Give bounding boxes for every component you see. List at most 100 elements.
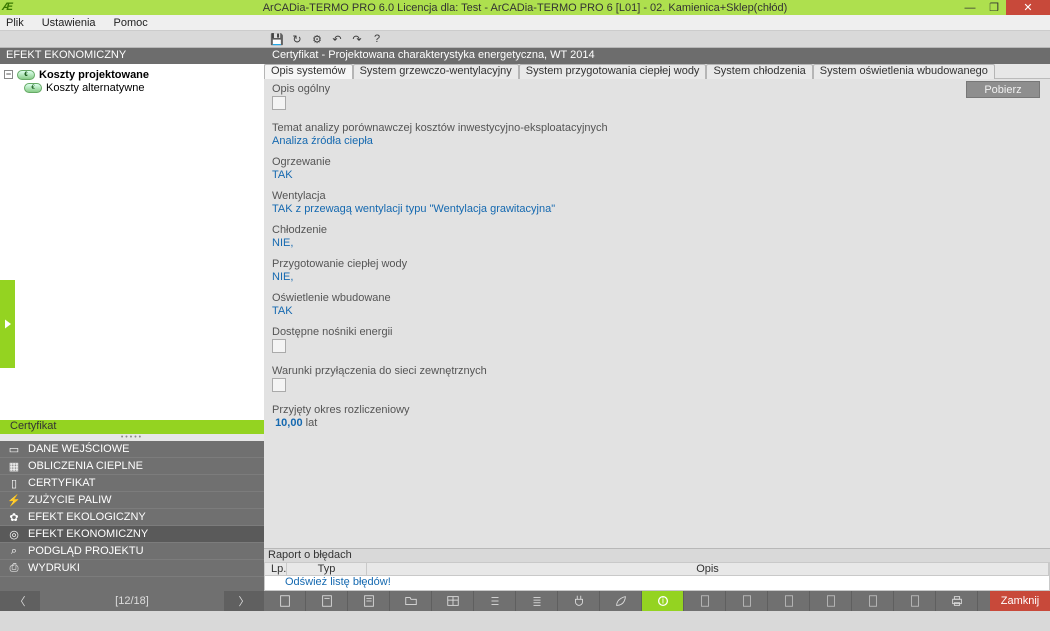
svg-text:i: i <box>661 596 663 607</box>
edit-icon[interactable] <box>272 339 286 353</box>
bt-page3-icon[interactable] <box>348 591 390 611</box>
settings-icon[interactable]: ⚙ <box>310 33 324 46</box>
preview-icon: ⌕ <box>8 545 20 557</box>
nav-certyfikat[interactable]: ▯CERTYFIKAT <box>0 475 264 492</box>
bt-page2-icon[interactable] <box>306 591 348 611</box>
label-ciepla-woda: Przygotowanie ciepłej wody <box>272 258 1042 270</box>
edit-icon[interactable] <box>272 378 286 392</box>
col-typ: Typ <box>287 563 367 575</box>
menu-help[interactable]: Pomoc <box>114 17 148 29</box>
nav-obliczenia-cieplne[interactable]: ▦OBLICZENIA CIEPLNE <box>0 458 264 475</box>
undo-icon[interactable]: ↶ <box>330 33 344 46</box>
tab-system-cieplej-wody[interactable]: System przygotowania ciepłej wody <box>519 64 707 79</box>
nav-podglad-projektu[interactable]: ⌕PODGLĄD PROJEKTU <box>0 543 264 560</box>
nav-efekt-ekonomiczny[interactable]: ◎EFEKT EKONOMICZNY <box>0 526 264 543</box>
nav-list: ▭DANE WEJŚCIOWE ▦OBLICZENIA CIEPLNE ▯CER… <box>0 441 264 577</box>
label-temat-analizy: Temat analizy porównawczej kosztów inwes… <box>272 122 1042 134</box>
side-drawer-handle[interactable] <box>0 280 15 368</box>
value-wentylacja: TAK z przewagą wentylacji typu "Wentylac… <box>272 203 1042 215</box>
bt-table-icon[interactable] <box>432 591 474 611</box>
refresh-errors-link[interactable]: Odśwież listę błędów! <box>265 576 1049 588</box>
tab-bar: Opis systemów System grzewczo-wentylacyj… <box>264 64 1050 79</box>
tree-view: − € Koszty projektowane € Koszty alterna… <box>0 64 264 420</box>
toolbar: 💾 ↻ ⚙ ↶ ↷ ? <box>0 31 1050 48</box>
pager-next[interactable]: 〉 <box>224 591 264 611</box>
content-area: Pobierz Opis ogólny Temat analizy porówn… <box>264 79 1050 548</box>
value-temat-analizy: Analiza źródła ciepła <box>272 135 1042 147</box>
zamknij-button[interactable]: Zamknij <box>990 591 1050 611</box>
label-okres-rozliczeniowy: Przyjęty okres rozliczeniowy <box>272 404 1042 416</box>
print-icon: ⎙ <box>8 562 20 574</box>
label-warunki-przylaczenia: Warunki przyłączenia do sieci zewnętrzny… <box>272 365 1042 377</box>
tab-system-grzewczo[interactable]: System grzewczo-wentylacyjny <box>353 64 519 79</box>
pobierz-button[interactable]: Pobierz <box>966 81 1040 98</box>
node-icon: € <box>17 70 35 80</box>
bt-plug-icon[interactable] <box>558 591 600 611</box>
bt-doc5-icon[interactable] <box>852 591 894 611</box>
bt-page1-icon[interactable] <box>264 591 306 611</box>
col-opis: Opis <box>367 563 1049 575</box>
redo-icon[interactable]: ↷ <box>350 33 364 46</box>
bt-doc2-icon[interactable] <box>726 591 768 611</box>
tab-opis-systemow[interactable]: Opis systemów <box>264 64 353 79</box>
minimize-button[interactable]: ― <box>958 0 982 15</box>
tab-system-chlodzenia[interactable]: System chłodzenia <box>706 64 812 79</box>
label-oswietlenie: Oświetlenie wbudowane <box>272 292 1042 304</box>
coin-icon: ◎ <box>8 528 20 540</box>
tree-item-label: Koszty alternatywne <box>46 82 144 94</box>
window-title-bar: Æ ArCADia-TERMO PRO 6.0 Licencja dla: Te… <box>0 0 1050 15</box>
value-okres-rozliczeniowy: 10,00 lat <box>272 417 1042 429</box>
error-panel-title: Raport o błędach <box>264 548 1050 562</box>
help-icon[interactable]: ? <box>370 33 384 45</box>
value-oswietlenie: TAK <box>272 305 1042 317</box>
bt-folder-icon[interactable] <box>390 591 432 611</box>
bottom-toolbar: i Zamknij <box>264 591 1050 611</box>
document-icon: ▭ <box>8 443 20 455</box>
label-opis-ogolny: Opis ogólny <box>272 83 1042 95</box>
tree-item-koszty-projektowane[interactable]: − € Koszty projektowane <box>0 68 264 81</box>
expand-icon[interactable]: − <box>4 70 13 79</box>
left-panel-title: EFEKT EKONOMICZNY <box>0 48 264 64</box>
label-chlodzenie: Chłodzenie <box>272 224 1042 236</box>
tab-system-oswietlenia[interactable]: System oświetlenia wbudowanego <box>813 64 995 79</box>
value-ciepla-woda: NIE, <box>272 271 1042 283</box>
close-button[interactable]: ✕ <box>1006 0 1050 15</box>
label-nosniki-energii: Dostępne nośniki energii <box>272 326 1042 338</box>
right-panel-title: Certyfikat - Projektowana charakterystyk… <box>264 48 1050 64</box>
error-table-header: Lp. Typ Opis <box>264 562 1050 576</box>
nav-efekt-ekologiczny[interactable]: ✿EFEKT EKOLOGICZNY <box>0 509 264 526</box>
menu-bar: Plik Ustawienia Pomoc <box>0 15 1050 31</box>
save-icon[interactable]: 💾 <box>270 33 284 46</box>
col-lp: Lp. <box>265 563 287 575</box>
tree-item-koszty-alternatywne[interactable]: € Koszty alternatywne <box>0 81 264 94</box>
nav-dane-wejsciowe[interactable]: ▭DANE WEJŚCIOWE <box>0 441 264 458</box>
bt-list1-icon[interactable] <box>474 591 516 611</box>
nav-zuzycie-paliw[interactable]: ⚡ZUŻYCIE PALIW <box>0 492 264 509</box>
certyfikat-bar[interactable]: Certyfikat <box>0 420 264 434</box>
menu-settings[interactable]: Ustawienia <box>42 17 96 29</box>
pager: 〈 [12/18] 〉 <box>0 591 264 611</box>
tree-item-label: Koszty projektowane <box>39 69 149 81</box>
value-chlodzenie: NIE, <box>272 237 1042 249</box>
bt-print-icon[interactable] <box>936 591 978 611</box>
nav-wydruki[interactable]: ⎙WYDRUKI <box>0 560 264 577</box>
bt-doc4-icon[interactable] <box>810 591 852 611</box>
refresh-icon[interactable]: ↻ <box>290 33 304 46</box>
bt-list2-icon[interactable] <box>516 591 558 611</box>
bt-leaf-icon[interactable] <box>600 591 642 611</box>
leaf-icon: ✿ <box>8 511 20 523</box>
table-icon: ▦ <box>8 460 20 472</box>
value-ogrzewanie: TAK <box>272 169 1042 181</box>
bt-doc1-icon[interactable] <box>684 591 726 611</box>
node-icon: € <box>24 83 42 93</box>
edit-icon[interactable] <box>272 96 286 110</box>
pager-label: [12/18] <box>40 595 224 607</box>
bt-doc6-icon[interactable] <box>894 591 936 611</box>
menu-file[interactable]: Plik <box>6 17 24 29</box>
bt-coin-icon[interactable]: i <box>642 591 684 611</box>
window-title: ArCADia-TERMO PRO 6.0 Licencja dla: Test… <box>0 2 1050 14</box>
maximize-button[interactable]: ❐ <box>982 0 1006 15</box>
drag-handle[interactable]: ••••• <box>0 434 264 441</box>
pager-prev[interactable]: 〈 <box>0 591 40 611</box>
bt-doc3-icon[interactable] <box>768 591 810 611</box>
